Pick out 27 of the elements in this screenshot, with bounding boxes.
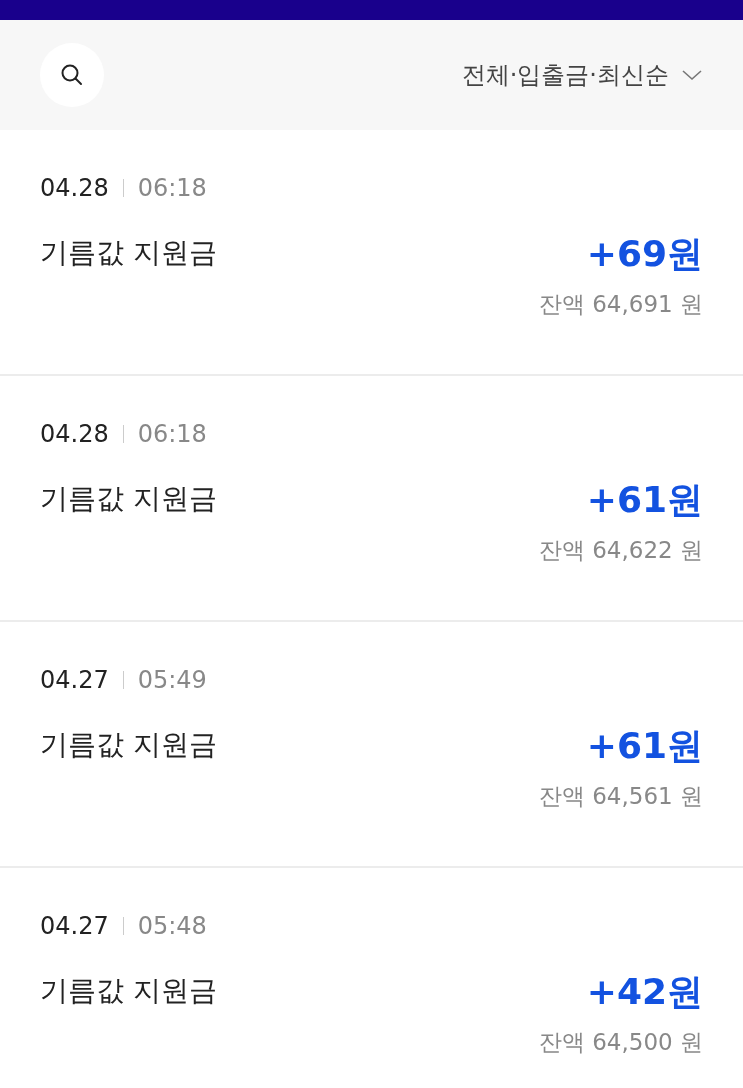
transaction-amount: +61원 xyxy=(586,478,703,522)
transaction-amount: +61원 xyxy=(586,724,703,768)
balance-text: 잔액 64,500 원 xyxy=(538,1028,703,1057)
transaction-time: 05:49 xyxy=(137,666,207,694)
transaction-date: 04.28 xyxy=(40,174,109,202)
transaction-row[interactable]: 04.27 05:48 기름값 지원금 +42원 잔액 64,500 원 xyxy=(0,868,743,1088)
transaction-time: 06:18 xyxy=(137,174,207,202)
transaction-amount: +69원 xyxy=(586,232,703,276)
chevron-down-icon xyxy=(681,68,703,82)
transaction-title: 기름값 지원금 xyxy=(40,727,217,763)
transaction-time: 06:18 xyxy=(137,420,207,448)
transaction-amount: +42원 xyxy=(586,970,703,1014)
transaction-row[interactable]: 04.27 05:49 기름값 지원금 +61원 잔액 64,561 원 xyxy=(0,622,743,868)
transaction-date: 04.28 xyxy=(40,420,109,448)
balance-text: 잔액 64,691 원 xyxy=(538,290,703,319)
transaction-date: 04.27 xyxy=(40,912,109,940)
transaction-date: 04.27 xyxy=(40,666,109,694)
filter-dropdown[interactable]: 전체·입출금·최신순 xyxy=(461,59,703,91)
search-icon xyxy=(59,62,85,88)
transaction-title: 기름값 지원금 xyxy=(40,973,217,1009)
transaction-row[interactable]: 04.28 06:18 기름값 지원금 +69원 잔액 64,691 원 xyxy=(0,130,743,376)
balance-text: 잔액 64,561 원 xyxy=(538,782,703,811)
transaction-title: 기름값 지원금 xyxy=(40,235,217,271)
transaction-title: 기름값 지원금 xyxy=(40,481,217,517)
transaction-time: 05:48 xyxy=(137,912,207,940)
transaction-row[interactable]: 04.28 06:18 기름값 지원금 +61원 잔액 64,622 원 xyxy=(0,376,743,622)
balance-text: 잔액 64,622 원 xyxy=(538,536,703,565)
